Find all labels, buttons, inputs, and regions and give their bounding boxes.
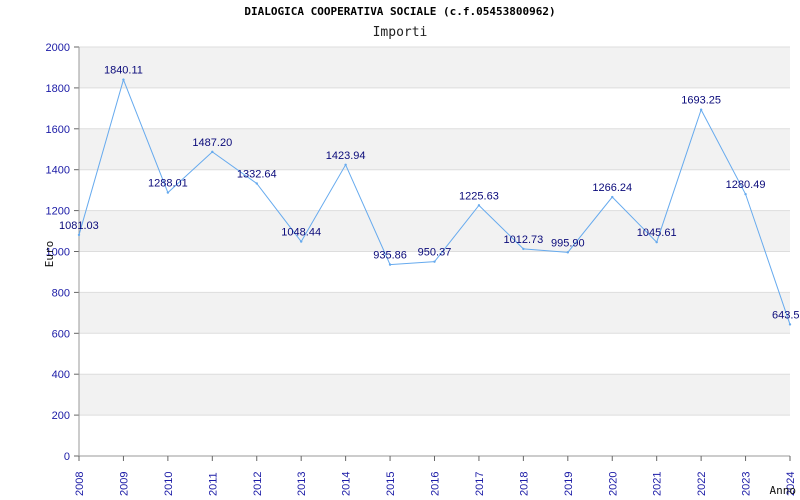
data-label: 1266.24 (592, 182, 632, 194)
data-point (566, 251, 570, 254)
data-label: 950.37 (418, 247, 452, 259)
line-chart: 0200400600800100012001400160018002000 20… (43, 42, 800, 497)
x-tick-label: 2012 (252, 472, 264, 496)
data-point (655, 240, 658, 244)
x-tick-label: 2010 (163, 472, 175, 496)
x-tick-label: 2009 (118, 472, 130, 496)
data-point (433, 260, 436, 263)
y-tick-label: 1800 (46, 83, 70, 95)
x-tick-label: 2023 (741, 472, 753, 496)
y-axis-label: Euro (43, 241, 56, 268)
x-axis-label: Anno (770, 484, 797, 497)
data-point (522, 247, 525, 251)
y-tick-label: 1200 (46, 206, 70, 218)
x-tick-label: 2019 (563, 472, 575, 496)
data-label: 1487.20 (192, 137, 232, 149)
data-label: 995.90 (551, 237, 585, 249)
data-point (744, 192, 747, 196)
x-tick-label: 2013 (296, 472, 308, 496)
data-point (477, 204, 481, 207)
grid-band (79, 47, 790, 88)
x-tick-label: 2015 (385, 472, 397, 496)
data-label: 1012.73 (503, 234, 543, 246)
series-line (78, 78, 791, 325)
data-label: 1693.25 (681, 95, 721, 107)
grid-band (79, 210, 790, 252)
data-labels: 1081.03 1840.11 1288.01 1487.20 1332.64 1048.… (59, 65, 800, 322)
x-tick-labels: 2008 2009 2010 2011 2012 2013 2014 2015 2016 2017… (74, 472, 797, 496)
data-point (699, 108, 703, 111)
data-point (255, 182, 258, 185)
data-label: 643.5 (772, 309, 800, 321)
data-label: 1225.63 (459, 190, 499, 202)
data-label: 1423.94 (326, 150, 366, 162)
y-tick-label: 1400 (46, 165, 70, 177)
x-tick-label: 2022 (696, 472, 708, 496)
data-label: 1048.44 (281, 227, 321, 239)
y-tick-label: 600 (52, 328, 70, 340)
data-label: 1280.49 (726, 179, 766, 191)
x-tick-label: 2020 (607, 472, 619, 496)
x-tick-label: 2017 (474, 472, 486, 496)
data-label: 935.86 (373, 250, 407, 262)
data-point (611, 195, 614, 199)
data-point (77, 233, 81, 237)
x-tick-label: 2008 (74, 472, 86, 496)
data-point (122, 78, 125, 81)
data-label: 1288.01 (148, 178, 188, 190)
data-point (388, 263, 392, 266)
data-point (299, 240, 303, 243)
y-tick-label: 200 (52, 410, 70, 422)
y-tick-label: 1600 (46, 124, 70, 136)
data-label: 1840.11 (104, 65, 143, 77)
y-tick-label: 800 (52, 287, 70, 299)
x-tick-label: 2011 (207, 472, 219, 496)
y-tick-label: 0 (64, 451, 70, 463)
data-label: 1332.64 (237, 168, 277, 180)
y-tick-label: 2000 (46, 42, 70, 54)
y-tick-label: 400 (52, 369, 70, 381)
x-tick-label: 2016 (430, 472, 442, 496)
data-point (344, 163, 347, 167)
grid-band (79, 292, 790, 334)
x-tick-label: 2014 (341, 472, 353, 496)
grid-band (79, 374, 790, 416)
data-label: 1081.03 (59, 220, 99, 232)
data-point (166, 191, 170, 194)
data-label: 1045.61 (637, 227, 677, 239)
x-tick-label: 2018 (518, 472, 530, 496)
data-point (211, 150, 214, 154)
x-tick-label: 2021 (652, 472, 664, 496)
data-point (788, 323, 792, 326)
series-line-group (77, 78, 792, 326)
